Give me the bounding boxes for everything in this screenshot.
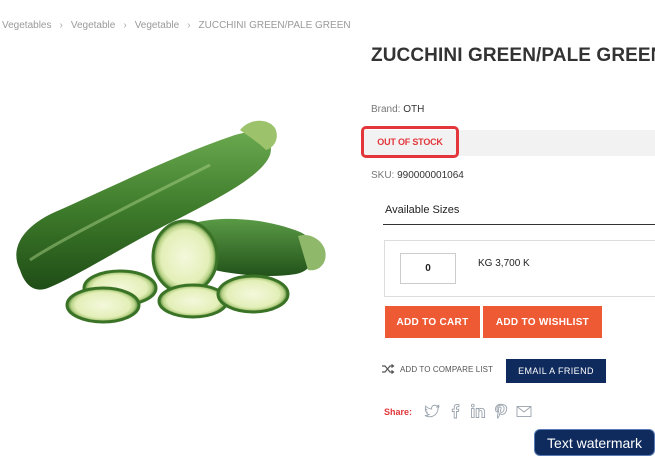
divider — [383, 224, 655, 225]
sku-label: SKU: — [371, 170, 395, 181]
linkedin-icon[interactable] — [470, 403, 486, 419]
breadcrumb: Vegetables › Vegetable › Vegetable › ZUCCHINI … — [2, 20, 351, 31]
breadcrumb-separator: › — [123, 20, 127, 31]
brand-label: Brand: — [371, 104, 401, 115]
email-a-friend-button[interactable]: EMAIL A FRIEND — [506, 359, 606, 383]
add-to-compare-link[interactable]: ADD TO COMPARE LIST — [381, 363, 493, 375]
share-icons — [424, 403, 532, 419]
breadcrumb-item-vegetables[interactable]: Vegetables — [2, 20, 52, 31]
breadcrumb-separator: › — [187, 20, 191, 31]
breadcrumb-item-vegetable-1[interactable]: Vegetable — [71, 20, 116, 31]
product-title: ZUCCHINI GREEN/PALE GREEN — [371, 45, 655, 66]
available-sizes-label: Available Sizes — [385, 204, 460, 216]
shuffle-icon — [382, 364, 395, 374]
breadcrumb-separator: › — [59, 20, 63, 31]
breadcrumb-current: ZUCCHINI GREEN/PALE GREEN — [198, 20, 351, 31]
email-icon[interactable] — [516, 403, 532, 419]
compare-label: ADD TO COMPARE LIST — [400, 364, 494, 374]
sku-info: SKU: 990000001064 — [371, 170, 464, 181]
stock-status-badge: OUT OF STOCK — [361, 126, 459, 158]
zucchini-image — [16, 120, 326, 324]
add-to-cart-button[interactable]: ADD TO CART — [385, 306, 480, 338]
add-to-wishlist-button[interactable]: ADD TO WISHLIST — [483, 306, 602, 338]
size-label: KG 3,700 K — [478, 258, 530, 269]
brand-value[interactable]: OTH — [403, 104, 424, 115]
facebook-icon[interactable] — [447, 403, 463, 419]
twitter-icon[interactable] — [424, 403, 440, 419]
text-watermark: Text watermark — [534, 429, 655, 456]
product-image[interactable] — [0, 100, 345, 355]
brand-info: Brand: OTH — [371, 104, 424, 115]
quantity-input[interactable] — [400, 253, 456, 284]
sku-value: 990000001064 — [397, 170, 464, 181]
breadcrumb-item-vegetable-2[interactable]: Vegetable — [135, 20, 180, 31]
share-label: Share: — [384, 407, 413, 417]
pinterest-icon[interactable] — [493, 403, 509, 419]
